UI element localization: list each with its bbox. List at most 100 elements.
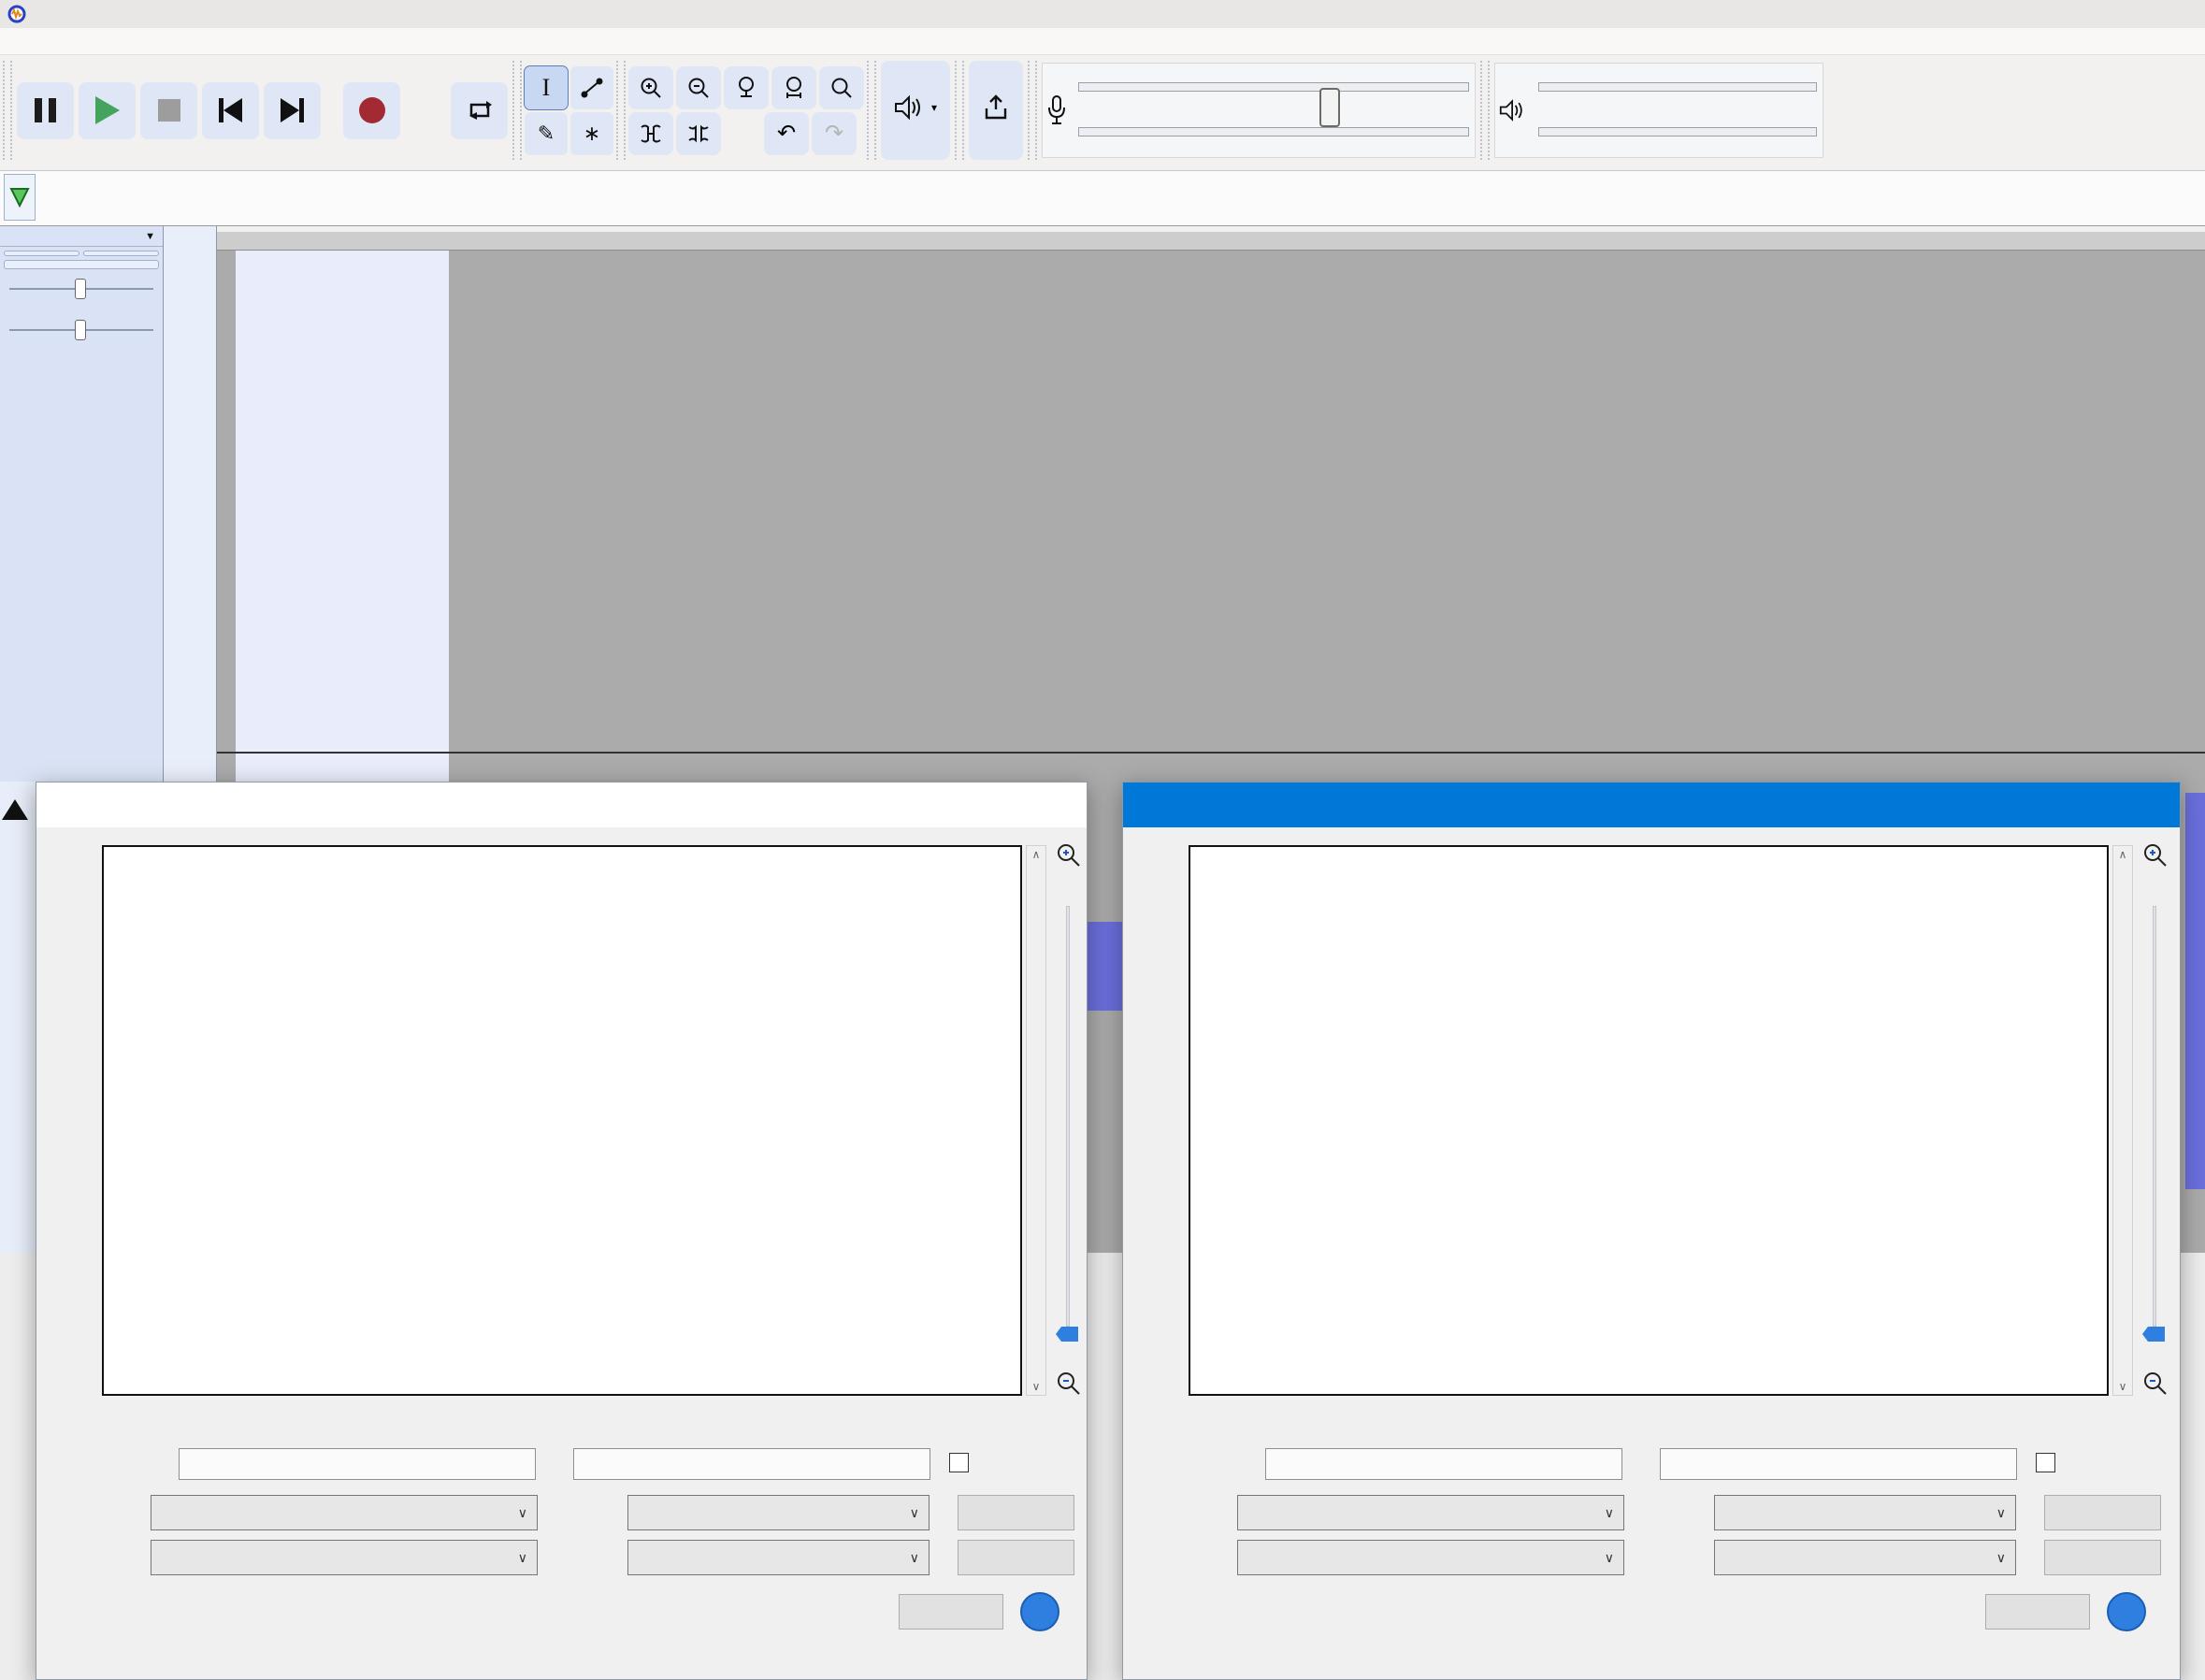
pan-slider-thumb[interactable] — [75, 320, 86, 340]
export-button[interactable] — [2044, 1495, 2161, 1530]
grip-handle[interactable] — [3, 61, 12, 160]
track-menu-arrow-icon[interactable]: ▼ — [145, 231, 163, 242]
transport-toolbar — [15, 55, 510, 165]
replot-button[interactable] — [958, 1540, 1074, 1575]
redo-button[interactable]: ↷ — [812, 112, 857, 155]
effects-button[interactable] — [4, 260, 159, 269]
grid-checkbox[interactable] — [2036, 1453, 2062, 1472]
minimize-button[interactable] — [901, 783, 963, 827]
maximize-button[interactable] — [2056, 783, 2118, 827]
minimize-button[interactable] — [1995, 783, 2056, 827]
loop-play-pin[interactable] — [4, 174, 36, 221]
close-icon[interactable] — [2118, 783, 2180, 827]
zoom-out-icon[interactable] — [1054, 1369, 1082, 1397]
help-button[interactable] — [1020, 1592, 1059, 1631]
pan-slider-track[interactable] — [1066, 906, 1070, 1327]
audio-setup-button[interactable]: ▾ — [881, 61, 950, 160]
frequency-analysis-dialog-kissoff: ∧∨ ∨ ∨ ∨ ∨ — [1122, 782, 2181, 1680]
function-select[interactable]: ∨ — [151, 1540, 538, 1575]
export-button[interactable] — [958, 1495, 1074, 1530]
silence-audio-button[interactable] — [676, 112, 721, 155]
close-icon[interactable] — [1025, 783, 1087, 827]
gap-strip-lower — [1088, 1253, 1122, 1680]
grip-handle[interactable] — [955, 61, 964, 160]
dialog-titlebar[interactable] — [1123, 783, 2180, 827]
zoom-selection-button[interactable] — [724, 66, 769, 109]
zoom-out-icon[interactable] — [2140, 1369, 2169, 1397]
close-button[interactable] — [899, 1594, 1003, 1630]
replot-button[interactable] — [2044, 1540, 2161, 1575]
function-select[interactable]: ∨ — [1237, 1540, 1624, 1575]
zoom-column — [2139, 840, 2170, 1401]
loop-button[interactable] — [451, 82, 508, 139]
chevron-down-icon: ∨ — [1605, 1496, 1614, 1529]
chevron-down-icon: ∨ — [910, 1496, 919, 1529]
play-button[interactable] — [79, 82, 136, 139]
envelope-tool-button[interactable] — [570, 66, 613, 109]
zoom-in-button[interactable] — [628, 66, 673, 109]
cursor-value-box — [1265, 1448, 1622, 1480]
algorithm-select[interactable]: ∨ — [151, 1495, 538, 1530]
undo-button[interactable]: ↶ — [764, 112, 809, 155]
grid-checkbox[interactable] — [949, 1453, 975, 1472]
waveform[interactable] — [217, 232, 2205, 752]
plot-scrollbar[interactable]: ∧∨ — [2112, 845, 2133, 1396]
algorithm-select[interactable]: ∨ — [1237, 1495, 1624, 1530]
spectrum-plot[interactable] — [102, 845, 1022, 1396]
zoom-column — [1052, 840, 1084, 1401]
zoom-fit-button[interactable] — [771, 66, 816, 109]
scroll-down-icon: ∨ — [2119, 1380, 2127, 1393]
x-axis-labels — [1189, 1400, 2109, 1428]
pause-button[interactable] — [17, 82, 74, 139]
gain-slider-thumb[interactable] — [75, 279, 86, 299]
size-select[interactable]: ∨ — [627, 1495, 930, 1530]
pan-slider-track[interactable] — [2153, 906, 2156, 1327]
solo-button[interactable] — [83, 251, 159, 256]
gain-slider[interactable] — [9, 277, 153, 301]
multi-tool-button[interactable]: ∗ — [570, 112, 613, 155]
timeline-ruler[interactable] — [0, 170, 2205, 226]
record-button[interactable] — [343, 82, 400, 139]
axis-select[interactable]: ∨ — [627, 1540, 930, 1575]
recording-meter[interactable] — [1042, 63, 1476, 158]
speaker-icon — [894, 94, 926, 121]
draw-tool-button[interactable]: ✎ — [525, 112, 568, 155]
grip-handle[interactable] — [1028, 61, 1037, 160]
recording-meter-scale — [1078, 80, 1471, 140]
collapse-triangle-icon[interactable] — [2, 799, 28, 820]
pan-slider-handle[interactable] — [2142, 1327, 2165, 1342]
pan-slider[interactable] — [9, 318, 153, 342]
dropdown-arrow-icon: ▾ — [931, 101, 937, 114]
playback-meter[interactable] — [1494, 63, 1823, 158]
zoom-toggle-button[interactable] — [819, 66, 864, 109]
skip-to-end-button[interactable] — [264, 82, 321, 139]
size-select[interactable]: ∨ — [1714, 1495, 2016, 1530]
peak-value-box — [1660, 1448, 2017, 1480]
zoom-in-icon[interactable] — [1054, 840, 1082, 869]
right-strip-lower — [2181, 1253, 2205, 1680]
trim-audio-button[interactable] — [628, 112, 673, 155]
dialog-titlebar[interactable] — [36, 783, 1087, 827]
grip-handle[interactable] — [1480, 61, 1490, 160]
track2-background[interactable] — [217, 754, 2205, 782]
spectrum-plot[interactable] — [1189, 845, 2109, 1396]
axis-select[interactable]: ∨ — [1714, 1540, 2016, 1575]
grip-handle[interactable] — [867, 61, 876, 160]
share-audio-button[interactable] — [969, 61, 1023, 160]
zoom-in-icon[interactable] — [2140, 840, 2169, 869]
maximize-button[interactable] — [963, 783, 1025, 827]
close-button[interactable] — [1985, 1594, 2090, 1630]
recording-volume-slider[interactable] — [1319, 88, 1340, 127]
track2-selection-region[interactable] — [236, 754, 449, 782]
skip-to-start-button[interactable] — [202, 82, 259, 139]
grip-handle[interactable] — [616, 61, 626, 160]
selection-tool-button[interactable]: I — [525, 66, 568, 109]
window-titlebar[interactable] — [0, 0, 2205, 28]
grip-handle[interactable] — [512, 61, 522, 160]
plot-scrollbar[interactable]: ∧∨ — [1026, 845, 1046, 1396]
zoom-out-button[interactable] — [676, 66, 721, 109]
mute-button[interactable] — [4, 251, 79, 256]
pan-slider-handle[interactable] — [1056, 1327, 1078, 1342]
help-button[interactable] — [2107, 1592, 2146, 1631]
stop-button[interactable] — [140, 82, 197, 139]
